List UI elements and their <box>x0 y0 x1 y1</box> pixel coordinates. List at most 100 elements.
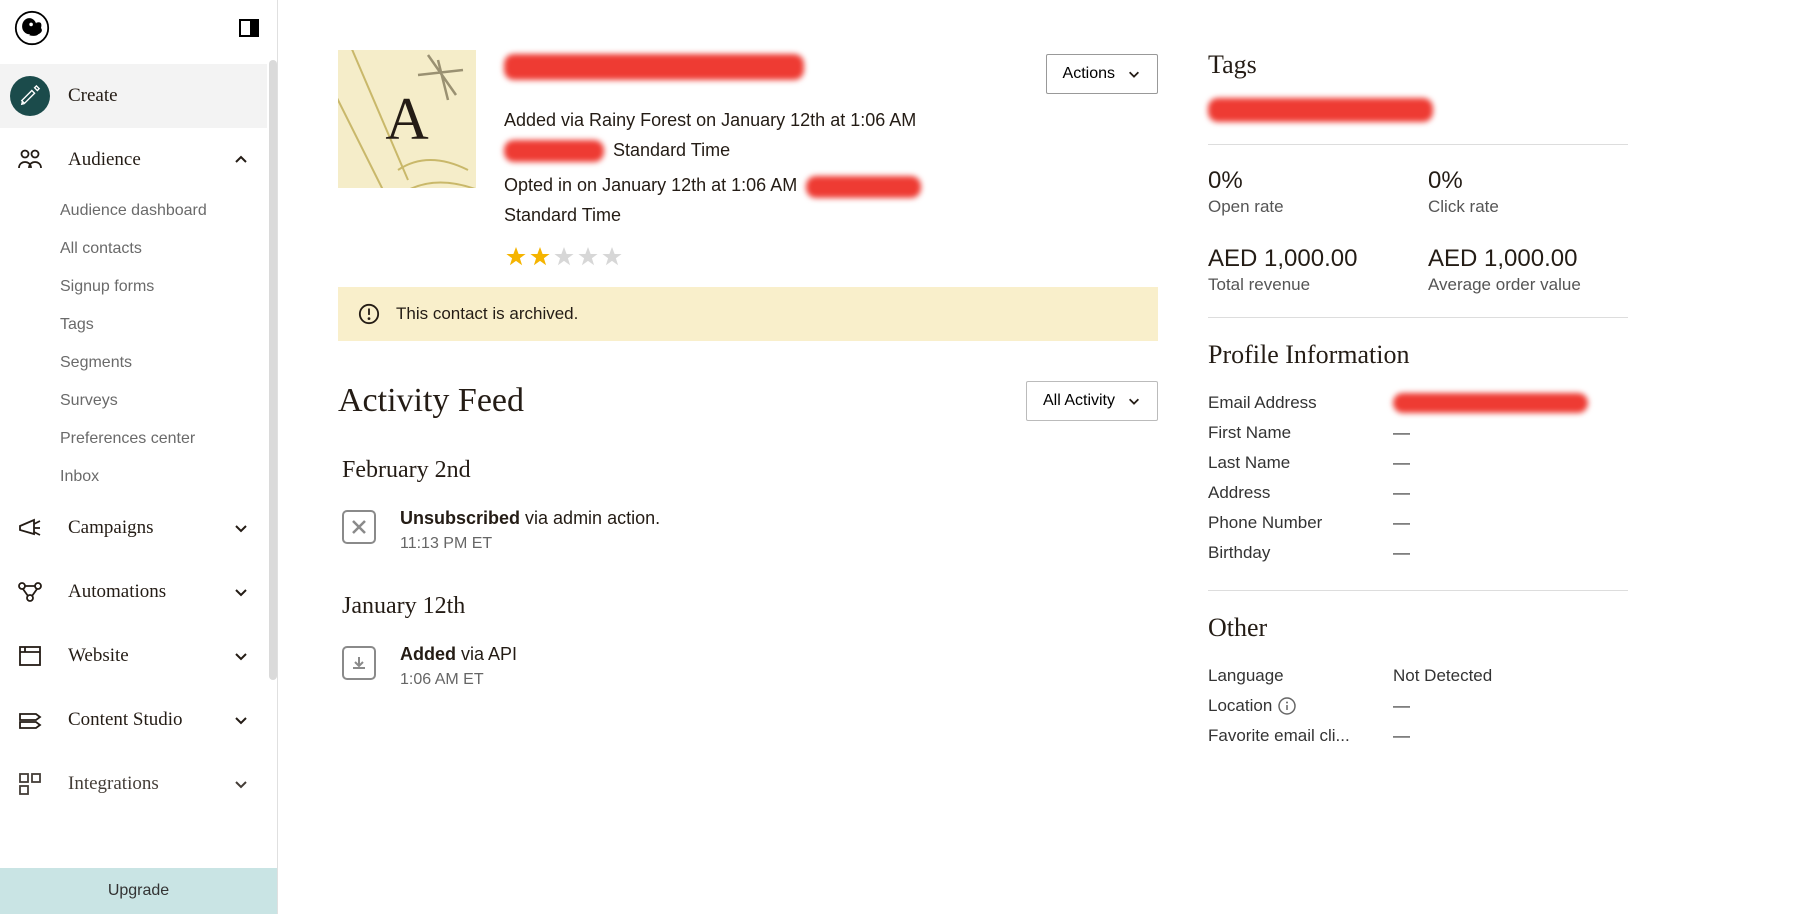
info-row-first-name: First Name — <box>1208 418 1628 448</box>
stats-section: 0% Open rate 0% Click rate AED 1,000.00 … <box>1208 167 1628 318</box>
stat-open-rate: 0% Open rate <box>1208 167 1408 217</box>
activity-time: 1:06 AM ET <box>400 671 517 689</box>
sub-surveys[interactable]: Surveys <box>60 382 267 420</box>
activity-time: 11:13 PM ET <box>400 535 660 553</box>
audience-subitems: Audience dashboard All contacts Signup f… <box>0 192 267 496</box>
upgrade-button[interactable]: Upgrade <box>0 868 277 914</box>
activity-heading: Activity Feed <box>338 382 524 420</box>
activity-text: Unsubscribed via admin action. 11:13 PM … <box>400 508 660 553</box>
activity-filter-button[interactable]: All Activity <box>1026 381 1158 421</box>
content-studio-icon <box>10 700 50 740</box>
nav-label: Integrations <box>68 773 215 795</box>
rating-stars <box>504 245 1158 269</box>
email-redacted <box>1393 393 1588 413</box>
nav-label: Website <box>68 645 215 667</box>
profile-info-section: Profile Information Email Address First … <box>1208 340 1628 591</box>
activity-group-1: January 12th Added via API 1:06 AM ET <box>338 593 1158 689</box>
redacted-timezone-1 <box>504 140 604 162</box>
nav-label: Content Studio <box>68 709 215 731</box>
sub-audience-dashboard[interactable]: Audience dashboard <box>60 192 267 230</box>
profile-info-heading: Profile Information <box>1208 340 1628 370</box>
x-icon <box>342 510 376 544</box>
info-row-address: Address — <box>1208 478 1628 508</box>
sub-inbox[interactable]: Inbox <box>60 458 267 496</box>
create-label: Create <box>68 85 249 107</box>
nav-label: Automations <box>68 581 215 603</box>
nav-item-campaigns[interactable]: Campaigns <box>0 496 267 560</box>
activity-date: February 2nd <box>342 457 1158 484</box>
info-row-last-name: Last Name — <box>1208 448 1628 478</box>
upgrade-label: Upgrade <box>108 882 169 899</box>
sub-segments[interactable]: Segments <box>60 344 267 382</box>
tags-section: Tags <box>1208 50 1628 145</box>
chevron-down-icon <box>233 520 249 536</box>
profile-column: A Actions Added via Rainy Forest on Janu… <box>338 50 1158 914</box>
tags-heading: Tags <box>1208 50 1628 80</box>
added-line: Added via Rainy Forest on January 12th a… <box>504 106 1158 165</box>
star-icon-filled <box>504 245 528 269</box>
sidebar: Create Audience Audience dashboard All c… <box>0 0 278 914</box>
avatar-letter: A <box>385 85 428 154</box>
stat-avg-order: AED 1,000.00 Average order value <box>1428 245 1628 295</box>
archive-banner: This contact is archived. <box>338 287 1158 341</box>
website-icon <box>10 636 50 676</box>
chevron-down-icon <box>233 776 249 792</box>
nav-item-automations[interactable]: Automations <box>0 560 267 624</box>
activity-item: Added via API 1:06 AM ET <box>342 644 1158 689</box>
sub-all-contacts[interactable]: All contacts <box>60 230 267 268</box>
scrollbar[interactable] <box>269 60 277 680</box>
panel-toggle-icon[interactable] <box>239 18 259 38</box>
sidebar-header <box>0 0 277 56</box>
info-icon[interactable] <box>1278 697 1296 715</box>
chevron-down-icon <box>1127 394 1141 408</box>
nav-item-integrations[interactable]: Integrations <box>0 752 267 816</box>
create-button[interactable]: Create <box>0 64 267 128</box>
archive-message: This contact is archived. <box>396 304 578 324</box>
star-icon-empty <box>552 245 576 269</box>
sub-tags[interactable]: Tags <box>60 306 267 344</box>
profile-header: A Actions Added via Rainy Forest on Janu… <box>338 50 1158 269</box>
other-section: Other Language Not Detected Location — F… <box>1208 613 1628 773</box>
megaphone-icon <box>10 508 50 548</box>
actions-button[interactable]: Actions <box>1046 54 1158 94</box>
nav-item-website[interactable]: Website <box>0 624 267 688</box>
main-content: A Actions Added via Rainy Forest on Janu… <box>278 0 1793 914</box>
sub-preferences-center[interactable]: Preferences center <box>60 420 267 458</box>
chevron-down-icon <box>233 584 249 600</box>
pencil-icon <box>10 76 50 116</box>
contact-name-redacted <box>504 54 804 80</box>
star-icon-empty <box>576 245 600 269</box>
activity-header: Activity Feed All Activity <box>338 381 1158 421</box>
chevron-down-icon <box>1127 67 1141 81</box>
nav-label: Audience <box>68 149 215 171</box>
other-heading: Other <box>1208 613 1628 643</box>
star-icon-empty <box>600 245 624 269</box>
nav-item-audience[interactable]: Audience <box>0 128 267 192</box>
mailchimp-logo-icon[interactable] <box>14 10 50 46</box>
profile-name-row: Actions <box>504 54 1158 94</box>
info-row-language: Language Not Detected <box>1208 661 1628 691</box>
chevron-down-icon <box>233 648 249 664</box>
side-column: Tags 0% Open rate 0% Click rate AED 1,00… <box>1208 50 1628 914</box>
chevron-up-icon <box>233 152 249 168</box>
sidebar-nav: Create Audience Audience dashboard All c… <box>0 56 277 868</box>
nav-label: Campaigns <box>68 517 215 539</box>
sub-signup-forms[interactable]: Signup forms <box>60 268 267 306</box>
info-row-birthday: Birthday — <box>1208 538 1628 568</box>
info-row-email: Email Address <box>1208 388 1628 418</box>
download-icon <box>342 646 376 680</box>
activity-group-0: February 2nd Unsubscribed via admin acti… <box>338 457 1158 553</box>
actions-label: Actions <box>1063 65 1115 83</box>
redacted-timezone-2 <box>806 176 921 198</box>
avatar: A <box>338 50 476 188</box>
info-row-location: Location — <box>1208 691 1628 721</box>
nav-item-content-studio[interactable]: Content Studio <box>0 688 267 752</box>
star-icon-filled <box>528 245 552 269</box>
stat-click-rate: 0% Click rate <box>1428 167 1628 217</box>
activity-date: January 12th <box>342 593 1158 620</box>
opted-line: Opted in on January 12th at 1:06 AM Stan… <box>504 171 1158 230</box>
activity-text: Added via API 1:06 AM ET <box>400 644 517 689</box>
warning-icon <box>358 303 380 325</box>
stat-total-revenue: AED 1,000.00 Total revenue <box>1208 245 1408 295</box>
audience-icon <box>10 140 50 180</box>
